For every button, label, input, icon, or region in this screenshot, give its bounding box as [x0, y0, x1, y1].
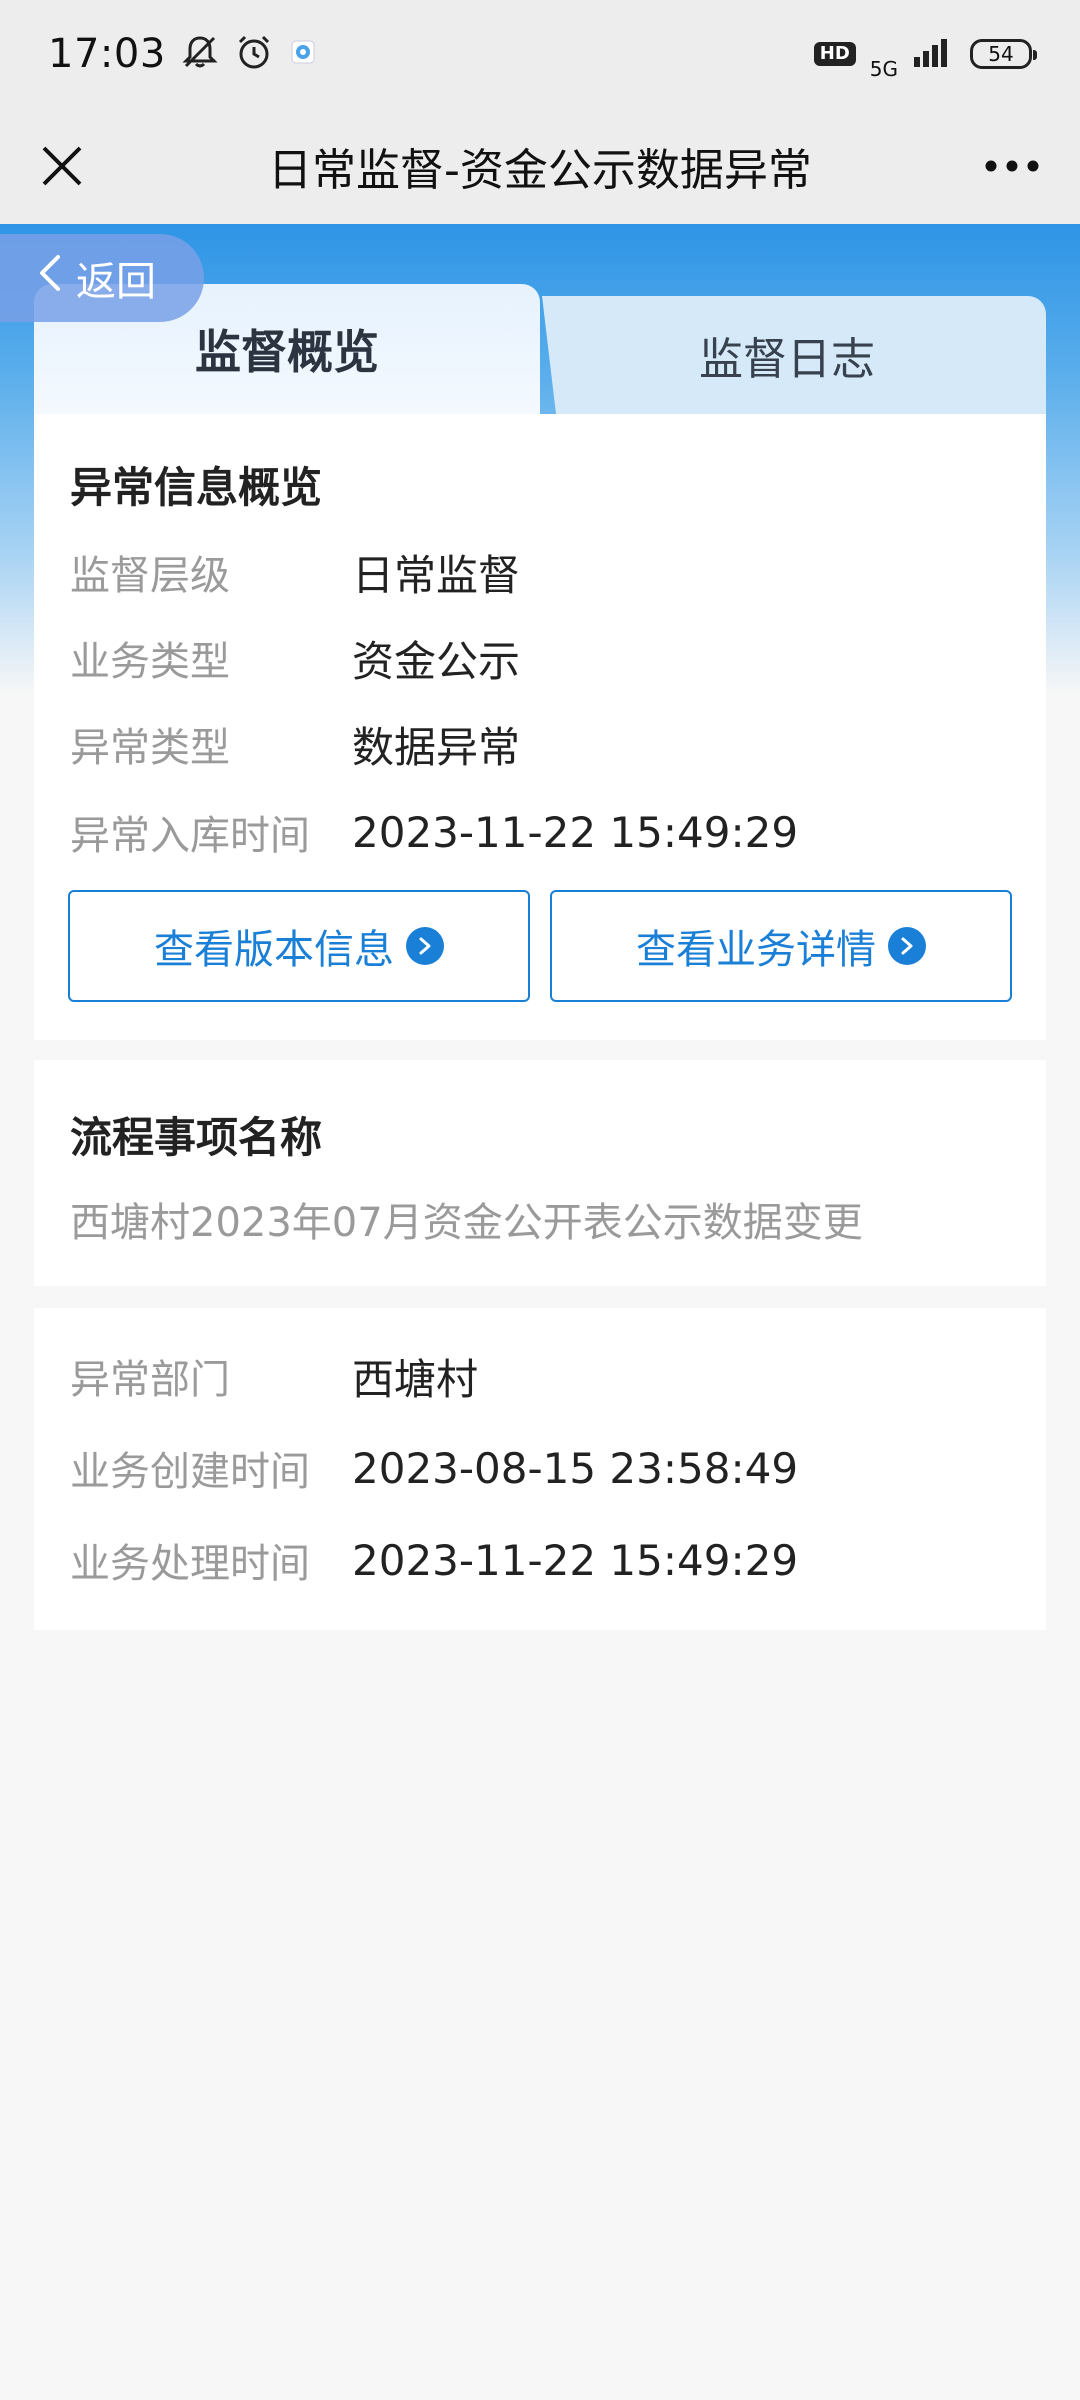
info-label: 业务创建时间 — [70, 1449, 310, 1495]
status-time: 17:03 — [48, 31, 166, 77]
info-label: 异常类型 — [70, 725, 230, 771]
info-value: 2023-11-22 15:49:29 — [352, 807, 799, 857]
info-row: 监督层级 日常监督 — [70, 542, 1010, 602]
more-dots-icon[interactable] — [976, 136, 1048, 196]
info-row: 业务创建时间 2023-08-15 23:58:49 — [70, 1438, 1010, 1498]
view-version-button[interactable]: 查看版本信息 — [68, 890, 530, 1002]
info-row: 业务类型 资金公示 — [70, 628, 1010, 688]
tab-supervision-log[interactable]: 监督日志 — [542, 296, 1046, 414]
alarm-icon — [234, 32, 274, 76]
chevron-right-icon — [888, 927, 926, 965]
signal-icon — [912, 35, 956, 73]
title-bar: 日常监督-资金公示数据异常 — [0, 108, 1080, 224]
battery-indicator: 54 — [970, 39, 1037, 69]
process-title: 流程事项名称 — [70, 1113, 323, 1162]
info-row: 业务处理时间 2023-11-22 15:49:29 — [70, 1530, 1010, 1590]
info-label: 监督层级 — [70, 553, 230, 599]
view-version-label: 查看版本信息 — [154, 927, 394, 973]
page-title: 日常监督-资金公示数据异常 — [268, 145, 812, 196]
info-value: 西塘村 — [352, 1354, 479, 1404]
overview-card: 异常信息概览 监督层级 日常监督 业务类型 资金公示 异常类型 数据异常 异常入… — [34, 414, 1046, 1040]
info-row: 异常类型 数据异常 — [70, 714, 1010, 774]
close-icon[interactable] — [32, 136, 92, 196]
app-notification-icon — [288, 37, 318, 71]
info-label: 业务处理时间 — [70, 1541, 310, 1587]
chevron-right-icon — [406, 927, 444, 965]
view-detail-button[interactable]: 查看业务详情 — [550, 890, 1012, 1002]
info-value: 资金公示 — [352, 636, 521, 686]
info-value: 2023-08-15 23:58:49 — [352, 1443, 799, 1493]
view-detail-label: 查看业务详情 — [636, 927, 876, 973]
process-card: 流程事项名称 西塘村2023年07月资金公开表公示数据变更 — [34, 1060, 1046, 1286]
info-value: 日常监督 — [352, 550, 521, 600]
info-row: 异常入库时间 2023-11-22 15:49:29 — [70, 802, 1010, 862]
info-row: 异常部门 西塘村 — [70, 1346, 1010, 1406]
back-label: 返回 — [76, 259, 156, 305]
hd-badge: HD — [813, 42, 856, 66]
info-label: 业务类型 — [70, 639, 230, 685]
status-bar: 17:03 HD 5G 54 — [0, 0, 1080, 108]
department-card: 异常部门 西塘村 业务创建时间 2023-08-15 23:58:49 业务处理… — [34, 1308, 1046, 1630]
info-label: 异常部门 — [70, 1357, 230, 1403]
status-left: 17:03 — [48, 31, 318, 77]
bell-off-icon — [180, 32, 220, 76]
info-value: 2023-11-22 15:49:29 — [352, 1535, 799, 1585]
chevron-left-icon — [36, 253, 62, 303]
info-label: 异常入库时间 — [70, 813, 310, 859]
overview-title: 异常信息概览 — [70, 463, 323, 512]
info-value: 数据异常 — [352, 722, 521, 772]
status-right: HD 5G 54 — [813, 29, 1037, 81]
process-name: 西塘村2023年07月资金公开表公示数据变更 — [70, 1200, 863, 1246]
back-button[interactable]: 返回 — [0, 234, 204, 322]
network-type: 5G — [869, 57, 898, 81]
